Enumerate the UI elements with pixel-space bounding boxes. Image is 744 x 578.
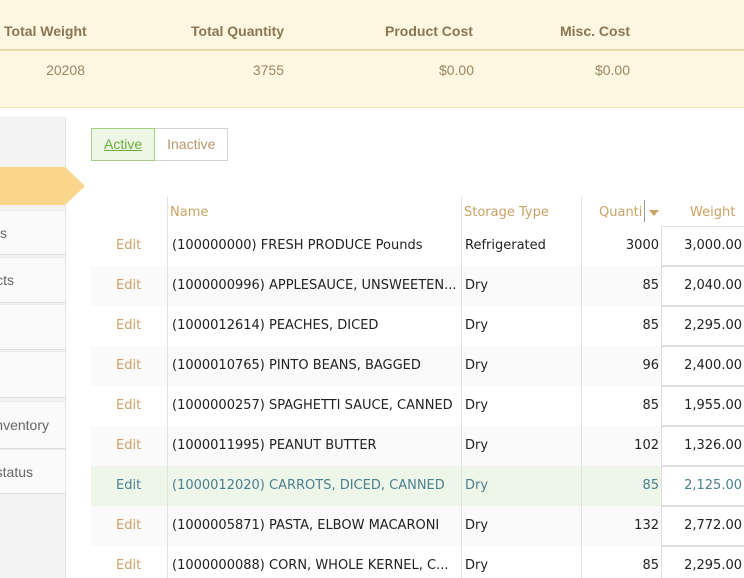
- sidebar-item-label: cts: [0, 272, 14, 288]
- quantity-cell: 132: [634, 518, 659, 533]
- sidebar-item-label: status: [0, 463, 33, 480]
- table-row[interactable]: Edit (1000005871) PASTA, ELBOW MACARONI Dr…: [91, 506, 744, 546]
- table-row[interactable]: Edit (1000011995) PEANUT BUTTER Dry 102 1,32…: [91, 426, 744, 466]
- edit-link[interactable]: Edit: [116, 226, 156, 266]
- total-quantity-header: Total Quantity: [191, 23, 285, 39]
- totals-summary: Total Weight Total Quantity Product Cost…: [0, 0, 744, 108]
- item-name-cell: (1000000257) SPAGHETTI SAUCE, CANNED: [172, 398, 453, 413]
- item-name-cell: (1000000996) APPLESAUCE, UNSWEETEN...: [172, 278, 457, 293]
- weight-cell[interactable]: 1,955.00: [661, 386, 744, 426]
- product-cost-header: Product Cost: [385, 23, 473, 39]
- quantity-cell: 85: [642, 398, 659, 413]
- table-row[interactable]: Edit (100000000) FRESH PRODUCE Pounds Refr…: [91, 226, 744, 266]
- table-row[interactable]: Edit (1000010765) PINTO BEANS, BAGGED Dry 9…: [91, 346, 744, 386]
- weight-cell[interactable]: 2,295.00: [661, 546, 744, 578]
- item-name-cell: (1000010765) PINTO BEANS, BAGGED: [172, 358, 421, 373]
- item-name-cell: (1000011995) PEANUT BUTTER: [172, 438, 377, 453]
- edit-link[interactable]: Edit: [116, 346, 156, 386]
- column-divider: [581, 197, 582, 578]
- item-name-cell: (100000000) FRESH PRODUCE Pounds: [172, 238, 423, 253]
- table-row[interactable]: Edit (1000000257) SPAGHETTI SAUCE, CANNED…: [91, 386, 744, 426]
- table-row[interactable]: Edit (1000000996) APPLESAUCE, UNSWEETEN..…: [91, 266, 744, 306]
- sidebar-active-pointer: [65, 167, 85, 205]
- total-weight-value: 20208: [46, 62, 85, 78]
- edit-link[interactable]: Edit: [116, 546, 156, 578]
- weight-cell[interactable]: 2,040.00: [661, 266, 744, 306]
- column-header-weight[interactable]: Weight: [690, 203, 735, 223]
- sort-desc-icon[interactable]: [649, 210, 659, 216]
- table-row[interactable]: Edit (1000000088) CORN, WHOLE KERNEL, C..…: [91, 546, 744, 578]
- item-name-cell: (1000000088) CORN, WHOLE KERNEL, C...: [172, 558, 449, 573]
- total-quantity-value: 3755: [252, 62, 284, 78]
- totals-header-row: [0, 0, 744, 51]
- item-name-cell: (1000005871) PASTA, ELBOW MACARONI: [172, 518, 440, 533]
- sidebar-item-status[interactable]: status: [0, 449, 65, 494]
- storage-type-cell: Dry: [465, 438, 489, 453]
- inventory-table: Name Storage Type Quanti Weight Edit (100…: [91, 197, 744, 578]
- quantity-cell: 85: [642, 558, 659, 573]
- weight-cell[interactable]: 3,000.00: [661, 226, 744, 266]
- column-header-quantity[interactable]: Quanti: [599, 203, 642, 223]
- sidebar-item-inventory[interactable]: nventory: [0, 401, 65, 449]
- weight-cell[interactable]: 2,772.00: [661, 506, 744, 546]
- table-row[interactable]: Edit (1000012614) PEACHES, DICED Dry 85 2,29…: [91, 306, 744, 346]
- weight-cell[interactable]: 2,400.00: [661, 346, 744, 386]
- quantity-cell: 3000: [625, 238, 659, 253]
- sidebar-item-2[interactable]: cts: [0, 257, 65, 303]
- storage-type-cell: Dry: [465, 398, 489, 413]
- weight-cell[interactable]: 2,125.00: [661, 466, 744, 506]
- active-toggle-button[interactable]: Active: [91, 128, 156, 161]
- column-resize-handle[interactable]: [644, 200, 645, 222]
- column-divider: [167, 197, 168, 578]
- storage-type-cell: Dry: [465, 518, 489, 533]
- product-cost-value: $0.00: [438, 62, 474, 78]
- sidebar-item-1[interactable]: s: [0, 210, 65, 255]
- storage-type-cell: Dry: [465, 318, 489, 333]
- total-weight-header: Total Weight: [4, 23, 87, 39]
- storage-type-cell: Dry: [465, 478, 489, 493]
- storage-type-cell: Dry: [465, 278, 489, 293]
- storage-type-cell: Dry: [465, 558, 489, 573]
- quantity-cell: 96: [642, 358, 659, 373]
- quantity-cell: 85: [642, 278, 659, 293]
- weight-cell[interactable]: 2,295.00: [661, 306, 744, 346]
- edit-link[interactable]: Edit: [116, 306, 156, 346]
- sidebar-item-label: s: [0, 224, 7, 241]
- status-toggle: Active Inactive: [91, 128, 229, 161]
- misc-cost-header: Misc. Cost: [560, 23, 631, 39]
- sidebar-item-label: nventory: [0, 417, 49, 433]
- quantity-cell: 85: [642, 318, 659, 333]
- edit-link[interactable]: Edit: [116, 386, 156, 426]
- edit-link[interactable]: Edit: [116, 266, 156, 306]
- sidebar-item-active[interactable]: [0, 167, 65, 205]
- storage-type-cell: Refrigerated: [465, 238, 546, 253]
- storage-type-cell: Dry: [465, 358, 489, 373]
- misc-cost-value: $0.00: [594, 62, 630, 78]
- column-header-storage-type[interactable]: Storage Type: [464, 203, 549, 223]
- item-name-cell: (1000012614) PEACHES, DICED: [172, 318, 379, 333]
- weight-cell[interactable]: 1,326.00: [661, 426, 744, 466]
- quantity-cell: 85: [642, 478, 659, 493]
- column-divider: [461, 197, 462, 578]
- table-row[interactable]: Edit (1000012020) CARROTS, DICED, CANNED D…: [91, 466, 744, 506]
- sidebar-item-4[interactable]: [0, 351, 65, 398]
- quantity-cell: 102: [634, 438, 659, 453]
- edit-link[interactable]: Edit: [116, 466, 156, 506]
- inactive-toggle-button[interactable]: Inactive: [155, 128, 229, 161]
- edit-link[interactable]: Edit: [116, 506, 156, 546]
- sidebar-item-3[interactable]: [0, 304, 65, 350]
- column-header-name[interactable]: Name: [170, 203, 208, 223]
- edit-link[interactable]: Edit: [116, 426, 156, 466]
- item-name-cell: (1000012020) CARROTS, DICED, CANNED: [172, 478, 445, 493]
